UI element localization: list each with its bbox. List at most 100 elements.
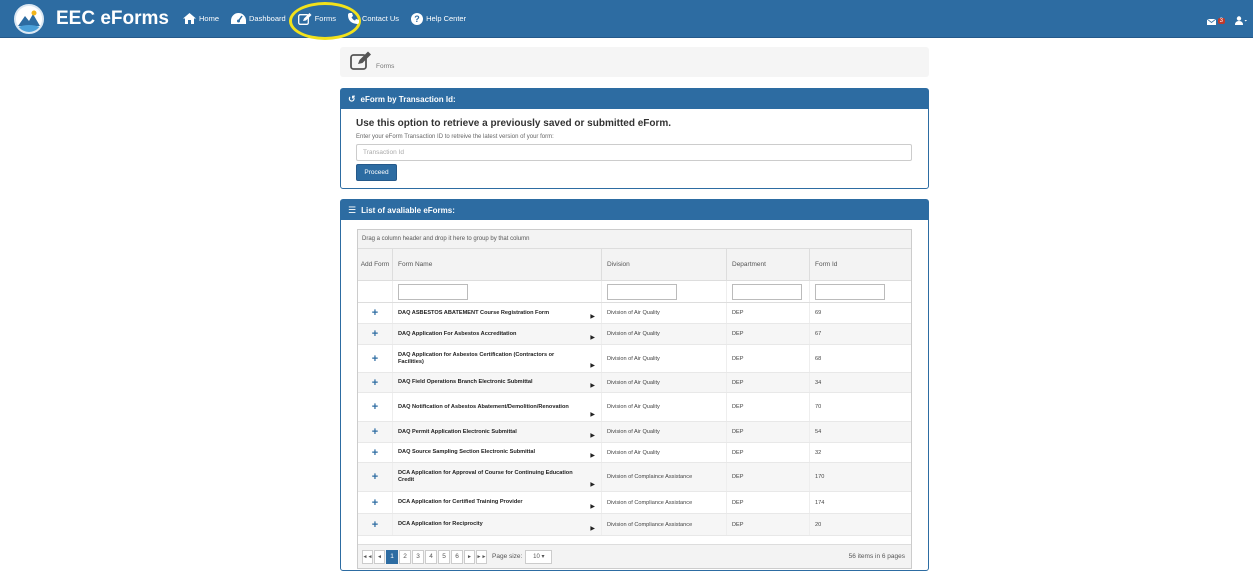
question-icon: ? [411,12,424,25]
brand-title[interactable]: EEC eForms [56,8,169,30]
filter-form-name-input[interactable] [398,283,468,300]
table-row: + DAQ Permit Application Electronic Submi… [358,422,911,443]
department-cell: DEP [727,463,810,491]
page-6-button[interactable]: 6 [451,549,463,564]
form-id-cell: 174 [815,499,825,506]
department-cell: DEP [727,443,810,462]
nav-contact[interactable]: Contact Us [347,13,399,24]
nav-help[interactable]: ? Help Center [411,12,466,25]
col-header-form-id[interactable]: Form Id [810,249,911,280]
form-id-cell: 70 [815,404,822,410]
expand-arrow-icon[interactable]: ▶ [590,481,595,488]
form-name[interactable]: DAQ Application For Asbestos Accreditati… [398,331,516,338]
filter-row [358,281,911,303]
add-form-button[interactable]: + [358,393,393,421]
prev-page-button[interactable]: ◄ [374,549,385,564]
user-icon[interactable] [1235,12,1247,30]
proceed-button[interactable]: Proceed [356,164,397,181]
page-3-button[interactable]: 3 [412,549,424,564]
col-header-add-form[interactable]: Add Form [358,249,393,280]
division-cell: Division of Air Quality [602,393,727,421]
expand-arrow-icon[interactable]: ▶ [590,411,595,418]
expand-arrow-icon[interactable]: ▶ [590,525,595,532]
page-2-button[interactable]: 2 [399,549,411,564]
filter-department-input[interactable] [732,283,802,300]
breadcrumb-label: Forms [376,63,395,70]
expand-arrow-icon[interactable]: ▶ [590,362,595,369]
edit-icon [350,51,371,70]
form-name-cell: DAQ Notification of Asbestos Abatement/D… [393,393,602,421]
division-cell: Division of Air Quality [602,324,727,344]
forms-list-heading: ☰ List of avaliable eForms: [341,200,928,220]
form-id-cell: 68 [815,355,822,362]
table-row: + DCA Application for Certified Training … [358,492,911,514]
group-by-bar[interactable]: Drag a column header and drop it here to… [358,230,911,249]
add-form-button[interactable]: + [358,324,393,344]
form-name[interactable]: DCA Application for Approval of Course f… [398,470,578,484]
add-form-button[interactable]: + [358,422,393,442]
form-name-cell: DCA Application for Certified Training P… [393,492,602,513]
department-cell: DEP [727,514,810,535]
page-size-value: 10 [533,553,540,560]
expand-arrow-icon[interactable]: ▶ [590,382,595,389]
filter-form-id-input[interactable] [815,283,885,300]
last-page-button[interactable]: ►► [476,549,487,564]
form-name[interactable]: DAQ Application for Asbestos Certificati… [398,352,578,366]
mail-count-badge: 3 [1217,18,1225,24]
expand-arrow-icon[interactable]: ▶ [590,503,595,510]
col-header-division[interactable]: Division [602,249,727,280]
page-1-button[interactable]: 1 [386,549,398,564]
expand-arrow-icon[interactable]: ▶ [590,334,595,341]
form-name[interactable]: DCA Application for Reciprocity [398,521,483,528]
table-row: + DAQ Field Operations Branch Electronic … [358,373,911,393]
next-page-button[interactable]: ► [464,549,475,564]
filter-division-input[interactable] [607,283,677,300]
add-form-button[interactable]: + [358,463,393,491]
add-form-button[interactable]: + [358,514,393,535]
form-name[interactable]: DCA Application for Certified Training P… [398,499,523,506]
list-icon: ☰ [348,204,357,215]
table-row: + DCA Application for Approval of Course … [358,463,911,492]
page-4-button[interactable]: 4 [425,549,437,564]
col-header-department[interactable]: Department [727,249,810,280]
table-row: + DAQ Application for Asbestos Certificat… [358,345,911,373]
department-cell: DEP [727,324,810,344]
nav-forms[interactable]: Forms [288,1,362,40]
col-header-form-name[interactable]: Form Name [393,249,602,280]
form-id-cell: 34 [815,379,822,386]
add-form-button[interactable]: + [358,373,393,392]
add-form-button[interactable]: + [358,443,393,462]
nav-home[interactable]: Home [182,13,219,24]
transaction-id-input[interactable] [356,144,912,161]
logo-icon[interactable] [14,3,44,34]
add-form-button[interactable]: + [358,303,393,323]
transaction-panel: ↺ eForm by Transaction Id: Use this opti… [340,88,929,189]
nav-dashboard[interactable]: Dashboard [231,13,286,24]
form-name-cell: DAQ Application For Asbestos Accreditati… [393,324,602,344]
page-size-select[interactable]: 10 ▾ [525,549,553,564]
forms-list-title: List of avaliable eForms: [361,205,455,215]
filter-cell-department [727,281,810,302]
expand-arrow-icon[interactable]: ▶ [590,432,595,439]
mail-icon[interactable] [1206,12,1216,30]
first-page-button[interactable]: ◄◄ [362,549,373,564]
form-id-cell: 67 [815,331,822,337]
form-name[interactable]: DAQ ASBESTOS ABATEMENT Course Registrati… [398,310,549,317]
form-name[interactable]: DAQ Permit Application Electronic Submit… [398,429,517,436]
form-id-cell: 32 [815,449,822,456]
form-name[interactable]: DAQ Field Operations Branch Electronic S… [398,379,533,386]
division-cell: Division of Air Quality [602,422,727,442]
form-name-cell: DAQ Application for Asbestos Certificati… [393,345,602,372]
department-cell: DEP [727,373,810,392]
svg-text:?: ? [414,14,420,24]
form-name[interactable]: DAQ Notification of Asbestos Abatement/D… [398,404,569,411]
form-name-cell: DAQ ASBESTOS ABATEMENT Course Registrati… [393,303,602,323]
add-form-button[interactable]: + [358,492,393,513]
form-name[interactable]: DAQ Source Sampling Section Electronic S… [398,449,535,456]
expand-arrow-icon[interactable]: ▶ [590,452,595,459]
division-cell: Division of Compliance Assistance [602,492,727,513]
transaction-instructions-title: Use this option to retrieve a previously… [356,118,672,129]
expand-arrow-icon[interactable]: ▶ [590,313,595,320]
add-form-button[interactable]: + [358,345,393,372]
page-5-button[interactable]: 5 [438,549,450,564]
